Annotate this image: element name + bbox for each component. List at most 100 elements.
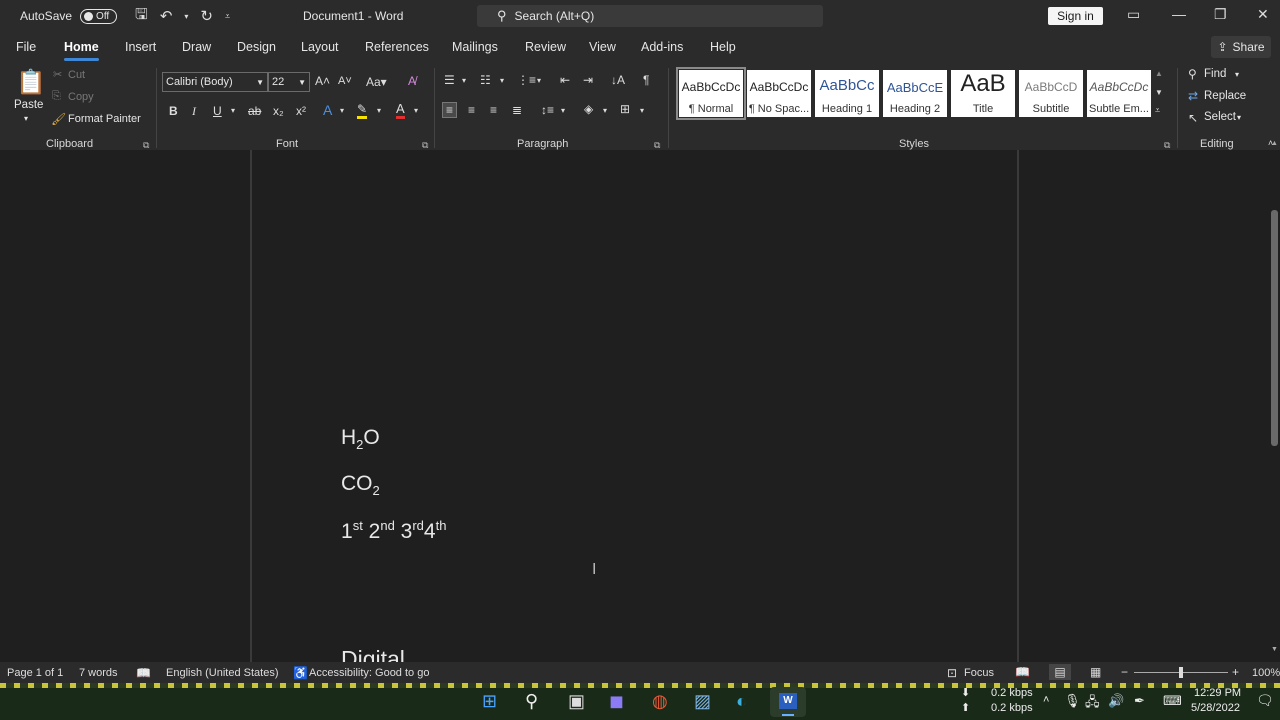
word-taskbar-button[interactable]: W	[770, 687, 806, 717]
style-title[interactable]: AaB Title	[951, 70, 1015, 117]
document-line-h2o[interactable]: H2O	[341, 426, 380, 452]
scroll-down-icon[interactable]: ▼	[1271, 646, 1278, 653]
task-view-icon[interactable]: ▣	[568, 691, 585, 712]
paste-button[interactable]: Paste	[14, 99, 43, 111]
show-formatting-icon[interactable]: ¶	[643, 73, 649, 87]
style-no-spacing[interactable]: AaBbCcDc ¶ No Spac...	[747, 70, 811, 117]
select-button[interactable]: Select	[1204, 111, 1236, 123]
borders-icon[interactable]: ⊞	[620, 102, 630, 116]
chevron-down-icon[interactable]: ▾	[462, 76, 466, 85]
align-center-icon[interactable]: ≡	[468, 103, 475, 117]
tab-home[interactable]: Home	[64, 40, 99, 61]
find-button[interactable]: Find	[1204, 68, 1226, 80]
chevron-down-icon[interactable]: ▾	[1235, 70, 1239, 79]
tab-layout[interactable]: Layout	[301, 40, 339, 54]
style-subtitle[interactable]: AaBbCcD Subtitle	[1019, 70, 1083, 117]
zoom-in-icon[interactable]: +	[1232, 665, 1239, 679]
tab-view[interactable]: View	[589, 40, 616, 54]
maximize-icon[interactable]: ❐	[1214, 6, 1227, 23]
microphone-icon[interactable]: 🎙	[1064, 693, 1081, 709]
page-count[interactable]: Page 1 of 1	[7, 667, 63, 679]
tab-review[interactable]: Review	[525, 40, 566, 54]
volume-icon[interactable]: 🔊	[1108, 693, 1124, 709]
tab-draw[interactable]: Draw	[182, 40, 211, 54]
bullets-icon[interactable]: ☰	[444, 73, 455, 87]
pen-icon[interactable]: ✒	[1134, 693, 1145, 709]
styles-scroll-up-icon[interactable]: ▲	[1155, 69, 1163, 78]
chevron-down-icon[interactable]: ▾	[640, 106, 644, 115]
document-canvas[interactable]: H2O CO2 1st 2nd 3rd4th Digital I	[0, 150, 1268, 662]
photos-icon[interactable]: ▨	[694, 691, 711, 712]
chevron-down-icon[interactable]: ▾	[340, 106, 344, 115]
tab-help[interactable]: Help	[710, 40, 736, 54]
windows-start-icon[interactable]: ⊞	[482, 691, 497, 712]
numbering-icon[interactable]: ☷	[480, 73, 491, 87]
proofing-icon[interactable]: 📖	[136, 666, 151, 680]
underline-icon[interactable]: U	[213, 104, 222, 118]
align-right-icon[interactable]: ≡	[490, 103, 497, 117]
strikethrough-icon[interactable]: ab	[248, 104, 261, 118]
italic-icon[interactable]: I	[192, 104, 196, 119]
chevron-down-icon[interactable]: ▾	[1237, 113, 1241, 122]
copy-button[interactable]: Copy	[68, 91, 94, 103]
tab-design[interactable]: Design	[237, 40, 276, 54]
focus-button[interactable]: Focus	[964, 667, 994, 679]
accessibility-status[interactable]: Accessibility: Good to go	[309, 667, 429, 679]
format-painter-button[interactable]: Format Painter	[68, 113, 141, 125]
tab-mailings[interactable]: Mailings	[452, 40, 498, 54]
chrome-icon[interactable]: ◍	[652, 691, 668, 712]
search-box[interactable]: ⚲ Search (Alt+Q)	[477, 5, 823, 27]
tab-file[interactable]: File	[16, 40, 36, 54]
clock-date[interactable]: 5/28/2022	[1191, 702, 1240, 714]
notifications-icon[interactable]: 🗨	[1256, 692, 1274, 709]
scrollbar-thumb[interactable]	[1271, 210, 1278, 446]
tab-insert[interactable]: Insert	[125, 40, 156, 54]
network-icon[interactable]: 🖧	[1085, 693, 1100, 715]
clock-time[interactable]: 12:29 PM	[1194, 687, 1241, 699]
save-icon[interactable]: 🖫	[135, 4, 148, 29]
justify-icon[interactable]: ≣	[512, 103, 522, 117]
ribbon-display-options-icon[interactable]: ▭	[1127, 6, 1140, 23]
tab-references[interactable]: References	[365, 40, 429, 54]
language-status[interactable]: English (United States)	[166, 667, 279, 679]
document-line-co2[interactable]: CO2	[341, 472, 380, 498]
read-mode-icon[interactable]: 📖	[1015, 665, 1030, 679]
styles-scroll-down-icon[interactable]: ▼	[1155, 88, 1163, 97]
style-heading-2[interactable]: AaBbCcE Heading 2	[883, 70, 947, 117]
replace-button[interactable]: Replace	[1204, 90, 1246, 102]
document-line-ordinals[interactable]: 1st 2nd 3rd4th	[341, 518, 446, 544]
minimize-icon[interactable]: —	[1172, 6, 1186, 22]
customize-qat-icon[interactable]: ⩡	[225, 11, 230, 22]
paste-dropdown-icon[interactable]: ▾	[24, 114, 28, 123]
paste-icon[interactable]: 📋	[16, 68, 46, 97]
shading-icon[interactable]: ◈	[584, 102, 593, 116]
style-normal[interactable]: AaBbCcDc ¶ Normal	[676, 67, 746, 120]
clear-formatting-icon[interactable]: A̸	[408, 74, 416, 88]
tab-add-ins[interactable]: Add-ins	[641, 40, 683, 54]
align-left-icon[interactable]: ≡	[442, 102, 458, 118]
superscript-icon[interactable]: x²	[296, 104, 306, 118]
print-layout-icon[interactable]: ▤	[1049, 664, 1071, 680]
decrease-indent-icon[interactable]: ⇤	[560, 73, 570, 87]
underline-dropdown-icon[interactable]: ▾	[231, 106, 235, 115]
style-heading-1[interactable]: AaBbCc Heading 1	[815, 70, 879, 117]
taskbar-search-icon[interactable]: ⚲	[525, 691, 538, 712]
web-layout-icon[interactable]: ▦	[1090, 665, 1101, 679]
undo-icon[interactable]: ↶	[160, 7, 173, 25]
line-spacing-icon[interactable]: ↕≡	[541, 103, 554, 117]
zoom-slider-thumb[interactable]	[1179, 667, 1183, 678]
zoom-out-icon[interactable]: −	[1121, 665, 1128, 679]
redo-icon[interactable]: ↻	[200, 7, 213, 25]
chevron-down-icon[interactable]: ▾	[537, 76, 541, 85]
shrink-font-icon[interactable]: A˅	[338, 75, 352, 87]
chevron-down-icon[interactable]: ▾	[377, 106, 381, 115]
sort-icon[interactable]: ↓A	[611, 73, 625, 87]
keyboard-icon[interactable]: ⌨	[1163, 693, 1182, 709]
share-button[interactable]: ⇪ Share	[1211, 36, 1271, 58]
bold-icon[interactable]: B	[169, 104, 178, 118]
styles-more-icon[interactable]: ⩡	[1155, 105, 1160, 116]
highlight-icon[interactable]: ✎	[357, 102, 368, 119]
edge-icon[interactable]: ◐	[736, 691, 747, 712]
increase-indent-icon[interactable]: ⇥	[583, 73, 593, 87]
zoom-level[interactable]: 100%	[1252, 667, 1280, 679]
